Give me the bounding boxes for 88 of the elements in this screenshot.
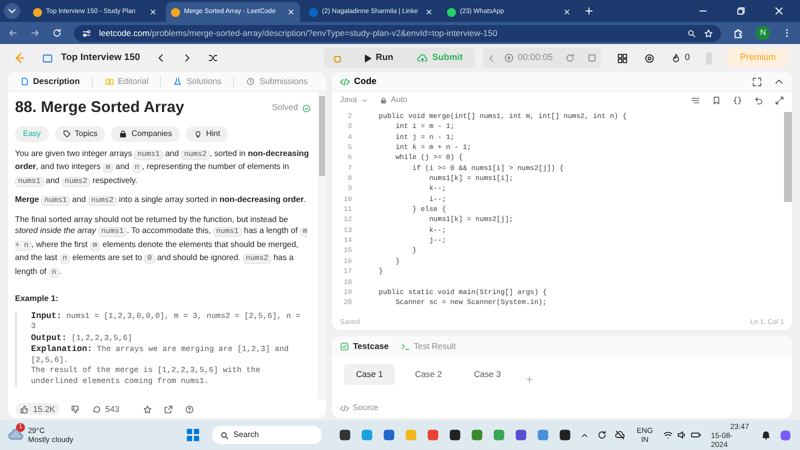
extensions-icon[interactable] [733, 28, 744, 38]
flame-icon [670, 53, 681, 63]
new-tab-icon[interactable] [584, 6, 594, 16]
collapse-icon[interactable] [774, 76, 784, 86]
lock-icon [119, 130, 128, 138]
study-plan-title[interactable]: Top Interview 150 [61, 50, 140, 66]
flask-icon [173, 77, 182, 86]
sync-icon[interactable] [596, 430, 607, 440]
format-icon[interactable] [691, 96, 700, 104]
lightbulb-icon [194, 130, 202, 138]
close-icon[interactable] [287, 8, 295, 16]
site-info-icon[interactable] [82, 28, 91, 38]
battery-icon[interactable] [690, 430, 701, 440]
book-icon [104, 77, 114, 86]
solved-status: Solved [272, 102, 311, 114]
reset-icon[interactable] [564, 53, 575, 63]
play-icon [362, 54, 372, 62]
description-icon [20, 77, 29, 86]
like-button[interactable]: 15.2K [16, 402, 60, 416]
code-icon [340, 404, 349, 412]
address-field[interactable]: leetcode.com/problems/merge-sorted-array/description/?envType=study-plan-v2&envId=top-interview-150 [74, 24, 721, 42]
check-circle-icon [302, 104, 311, 112]
tag-chip[interactable]: Hint [186, 126, 228, 142]
thumbs-up-icon [20, 404, 29, 414]
close-icon[interactable] [774, 6, 784, 16]
expand-icon[interactable] [775, 96, 784, 104]
search-icon [220, 430, 230, 440]
cloud-icon [8, 427, 24, 443]
panel-tab[interactable]: Description [16, 72, 84, 90]
bell-icon[interactable] [761, 430, 771, 440]
taskbar-search[interactable]: Search [212, 426, 322, 444]
fullscreen-icon[interactable] [752, 76, 762, 86]
checkbox-icon [340, 342, 349, 350]
restore-icon[interactable] [736, 6, 746, 16]
reload-icon[interactable] [52, 28, 62, 38]
site-icon [447, 8, 456, 16]
language-dropdown[interactable]: Java [340, 94, 368, 106]
tag-chip[interactable]: Companies [111, 126, 180, 142]
example-heading: Example 1: [15, 293, 60, 304]
undo-icon[interactable] [754, 96, 763, 104]
code-icon [340, 76, 350, 86]
terminal-icon [400, 342, 410, 350]
streak-counter[interactable]: 0 [670, 51, 690, 65]
comment-icon [92, 404, 102, 414]
comments-button[interactable]: 543 [92, 402, 120, 416]
scrollbar[interactable] [318, 92, 326, 400]
panel-title: Code [354, 74, 376, 88]
site-icon [171, 8, 180, 16]
tag-chip[interactable]: Topics [54, 126, 106, 142]
shuffle-icon[interactable] [208, 53, 218, 63]
forward-icon[interactable] [30, 28, 40, 38]
cloud-upload-icon [417, 52, 428, 64]
bookmark-star-icon[interactable] [704, 28, 713, 38]
close-icon[interactable] [425, 8, 433, 16]
site-icon [309, 8, 318, 16]
case-tab[interactable]: Case 2 [402, 364, 454, 385]
site-icon [33, 8, 42, 16]
settings-icon[interactable] [644, 52, 655, 64]
bookmark-icon[interactable] [712, 96, 721, 104]
study-plan-icon [42, 52, 53, 64]
zoom-icon[interactable] [687, 28, 696, 38]
panel-tab[interactable]: Testcase [340, 340, 389, 352]
close-icon[interactable] [149, 8, 157, 16]
problem-title: 88. Merge Sorted Array [15, 98, 184, 118]
play-circle-icon [504, 53, 514, 63]
lock-icon [380, 96, 387, 104]
profile-avatar[interactable]: N [756, 26, 770, 40]
tab-list-icon[interactable] [4, 3, 20, 19]
difficulty-badge: Easy [15, 126, 49, 142]
thumbs-down-icon[interactable] [71, 404, 80, 414]
braces-icon[interactable] [733, 96, 742, 104]
chevron-down-icon [360, 96, 368, 104]
layout-icon[interactable] [616, 52, 628, 64]
cloud-off-icon[interactable] [614, 430, 625, 440]
case-tab[interactable]: Case 3 [462, 364, 513, 385]
share-icon[interactable] [164, 404, 174, 414]
note-icon[interactable] [586, 53, 597, 63]
help-icon[interactable] [185, 404, 194, 414]
star-icon[interactable] [143, 404, 152, 414]
case-tab[interactable]: Case 1 [344, 364, 395, 385]
back-icon[interactable] [8, 28, 18, 38]
wifi-icon[interactable] [662, 430, 673, 440]
close-icon[interactable] [563, 8, 571, 16]
volume-icon[interactable] [676, 430, 687, 440]
start-icon[interactable] [186, 428, 200, 442]
history-icon [246, 77, 256, 86]
tag-icon [62, 130, 71, 138]
run-button[interactable]: Run [354, 49, 402, 67]
